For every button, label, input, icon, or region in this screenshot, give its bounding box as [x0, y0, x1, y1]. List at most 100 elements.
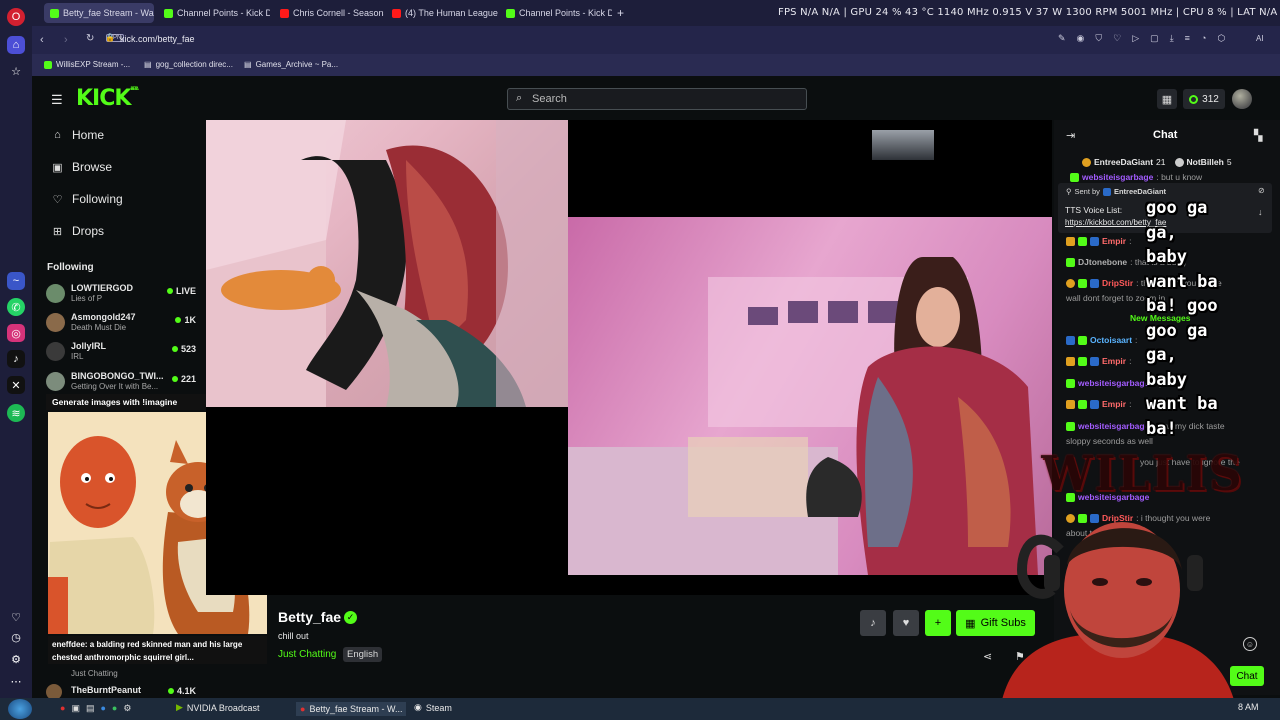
- menu-icon[interactable]: ≡: [1185, 33, 1190, 44]
- url-text: kick.com/betty_fae: [120, 34, 195, 44]
- tab-chris-cornell[interactable]: Chris Cornell - Seasons (w: [274, 3, 384, 23]
- channel-category: Lies of P: [71, 294, 103, 303]
- channel-name: Asmongold247: [71, 312, 136, 322]
- avatar: [46, 284, 65, 303]
- profile-icon[interactable]: ◔: [1201, 33, 1206, 44]
- download-icon[interactable]: ⤓: [1170, 33, 1174, 44]
- x-icon[interactable]: ✕: [7, 376, 25, 394]
- tiktok-icon[interactable]: ♪: [7, 350, 25, 368]
- camera-icon[interactable]: ◉: [1077, 33, 1085, 44]
- shield-icon[interactable]: ⛉: [1095, 33, 1102, 44]
- settings-icon[interactable]: ⚙: [123, 703, 131, 714]
- home-icon[interactable]: ⌂: [7, 36, 25, 54]
- edge-icon[interactable]: ●: [100, 703, 105, 714]
- subscribe-icon[interactable]: +: [925, 610, 951, 636]
- channel-name: LOWTIERGOD: [71, 283, 133, 293]
- new-tab-button[interactable]: +: [614, 3, 630, 23]
- language-tag[interactable]: English: [343, 647, 383, 662]
- bookmark-label: Games_Archive ~ Pa...: [255, 60, 339, 69]
- heart-icon[interactable]: ♡: [1113, 33, 1121, 44]
- settings-icon[interactable]: ⚙: [7, 650, 25, 668]
- viewer-count: LIVE: [175, 286, 196, 296]
- home-icon: ⌂: [54, 129, 61, 141]
- nav-drops[interactable]: ⊞ Drops: [52, 224, 104, 238]
- reload-icon[interactable]: ↻: [86, 33, 94, 44]
- chat-text: sloppy seconds as well: [1066, 436, 1153, 446]
- instagram-icon[interactable]: ◎: [7, 324, 25, 342]
- avatar: [46, 313, 65, 332]
- edit-icon[interactable]: ✎: [1058, 33, 1066, 44]
- user-badge-icon: [1070, 172, 1079, 182]
- search-input[interactable]: ⌕ Search: [507, 88, 807, 110]
- window-icon[interactable]: ▤: [86, 703, 95, 714]
- tab-human-league[interactable]: (4) The Human League - D: [386, 3, 498, 23]
- history-icon[interactable]: ◷: [7, 628, 25, 646]
- opera-icon[interactable]: ●: [60, 703, 65, 714]
- lock-icon: 🔒: [105, 33, 115, 42]
- nav-browse[interactable]: ▣ Browse: [52, 160, 112, 174]
- following-item-jollyirl[interactable]: JollyIRL IRL 523: [46, 340, 196, 362]
- user-badge-icon: [1090, 356, 1099, 366]
- chat-username[interactable]: Empir: [1102, 399, 1126, 409]
- more-icon[interactable]: ⋯: [7, 672, 25, 690]
- channel-points-button[interactable]: 312: [1183, 89, 1225, 109]
- follow-heart-icon[interactable]: ♥: [893, 610, 919, 636]
- bookmark-games-archive[interactable]: ▤ Games_Archive ~ Pa...: [244, 60, 338, 69]
- following-item-theburntpeanut[interactable]: TheBurntPeanut 4.1K: [46, 682, 196, 700]
- bookmark-gog[interactable]: ▤ gog_collection direc...: [144, 60, 233, 69]
- cube-icon[interactable]: ▢: [1150, 33, 1159, 44]
- whatsapp-icon[interactable]: ✆: [7, 298, 25, 316]
- start-button[interactable]: [8, 699, 32, 719]
- following-item-bingobongo[interactable]: BINGOBONGO_TWI... Getting Over It with B…: [46, 370, 196, 392]
- chat-send-button[interactable]: Chat: [1230, 666, 1264, 686]
- collapse-chat-icon[interactable]: ⇥: [1066, 129, 1075, 142]
- speed-dial-icon[interactable]: ☆: [7, 62, 25, 80]
- explorer-icon[interactable]: ▣: [71, 703, 80, 714]
- ai-label[interactable]: AI: [1256, 34, 1264, 43]
- kick-favicon-icon: [44, 60, 52, 69]
- chat-username[interactable]: Empir: [1102, 236, 1126, 246]
- chat-username[interactable]: DripStir: [1102, 278, 1133, 288]
- chat-username[interactable]: websiteisgarbage: [1078, 378, 1149, 388]
- following-item-asmongold[interactable]: Asmongold247 Death Must Die 1K: [46, 311, 196, 333]
- viewer-count: 1K: [184, 315, 196, 325]
- chat-username[interactable]: DJtonebone: [1078, 257, 1127, 267]
- following-item-lowtiergod[interactable]: LOWTIERGOD Lies of P LIVE: [46, 282, 196, 304]
- forward-icon[interactable]: ›: [64, 34, 68, 46]
- chat-username[interactable]: Octoisaart: [1090, 335, 1132, 345]
- opera-logo-icon[interactable]: O: [7, 8, 25, 26]
- nav-following[interactable]: ♡ Following: [52, 192, 123, 206]
- emoji-icon[interactable]: ☺: [1243, 637, 1257, 651]
- chat-username[interactable]: Empir: [1102, 356, 1126, 366]
- tab-channel-points[interactable]: Channel Points - Kick Das: [158, 3, 270, 23]
- play-icon[interactable]: ▷: [1132, 33, 1139, 44]
- chat-users-icon[interactable]: ▚: [1254, 129, 1262, 142]
- taskbar-item-steam[interactable]: ◉ Steam: [414, 702, 452, 713]
- back-icon[interactable]: ‹: [40, 34, 44, 46]
- kick-logo[interactable]: KICKBETA: [76, 86, 139, 111]
- stream-category-link[interactable]: Just Chatting: [278, 649, 336, 660]
- spotify-icon[interactable]: ≋: [7, 404, 25, 422]
- taskbar-item-nvidia[interactable]: ▶ NVIDIA Broadcast: [176, 702, 259, 713]
- chrome-icon[interactable]: ●: [112, 703, 117, 714]
- channel-category: Getting Over It with Be...: [71, 382, 159, 391]
- hamburger-menu-icon[interactable]: ☰: [51, 92, 63, 108]
- taskbar-clock[interactable]: 8 AM: [1238, 702, 1259, 712]
- user-avatar[interactable]: [1232, 89, 1252, 109]
- tab-betty-fae[interactable]: Betty_fae Stream - Wa: [44, 3, 154, 23]
- unpin-icon[interactable]: ⊘: [1258, 186, 1265, 195]
- chat-username[interactable]: websiteisgarbage: [1078, 421, 1149, 431]
- notification-bell-icon[interactable]: ♪: [860, 610, 886, 636]
- extension-icon[interactable]: ⬡: [1217, 33, 1225, 44]
- video-player[interactable]: [206, 120, 1052, 595]
- heart-icon[interactable]: ♡: [7, 608, 25, 626]
- nav-home[interactable]: ⌂ Home: [52, 128, 104, 142]
- messenger-icon[interactable]: ~: [7, 272, 25, 290]
- bookmark-willis[interactable]: WillisEXP Stream -...: [44, 60, 130, 69]
- streamer-name[interactable]: Betty_fae: [278, 609, 341, 625]
- browse-grid-icon[interactable]: ▦: [1157, 89, 1177, 109]
- chat-username[interactable]: websiteisgarbage: [1082, 172, 1153, 182]
- tab-channel-points-2[interactable]: Channel Points - Kick Das: [500, 3, 612, 23]
- taskbar-item-betty-stream[interactable]: ● Betty_fae Stream - W...: [296, 702, 407, 716]
- live-status: 221: [171, 374, 196, 384]
